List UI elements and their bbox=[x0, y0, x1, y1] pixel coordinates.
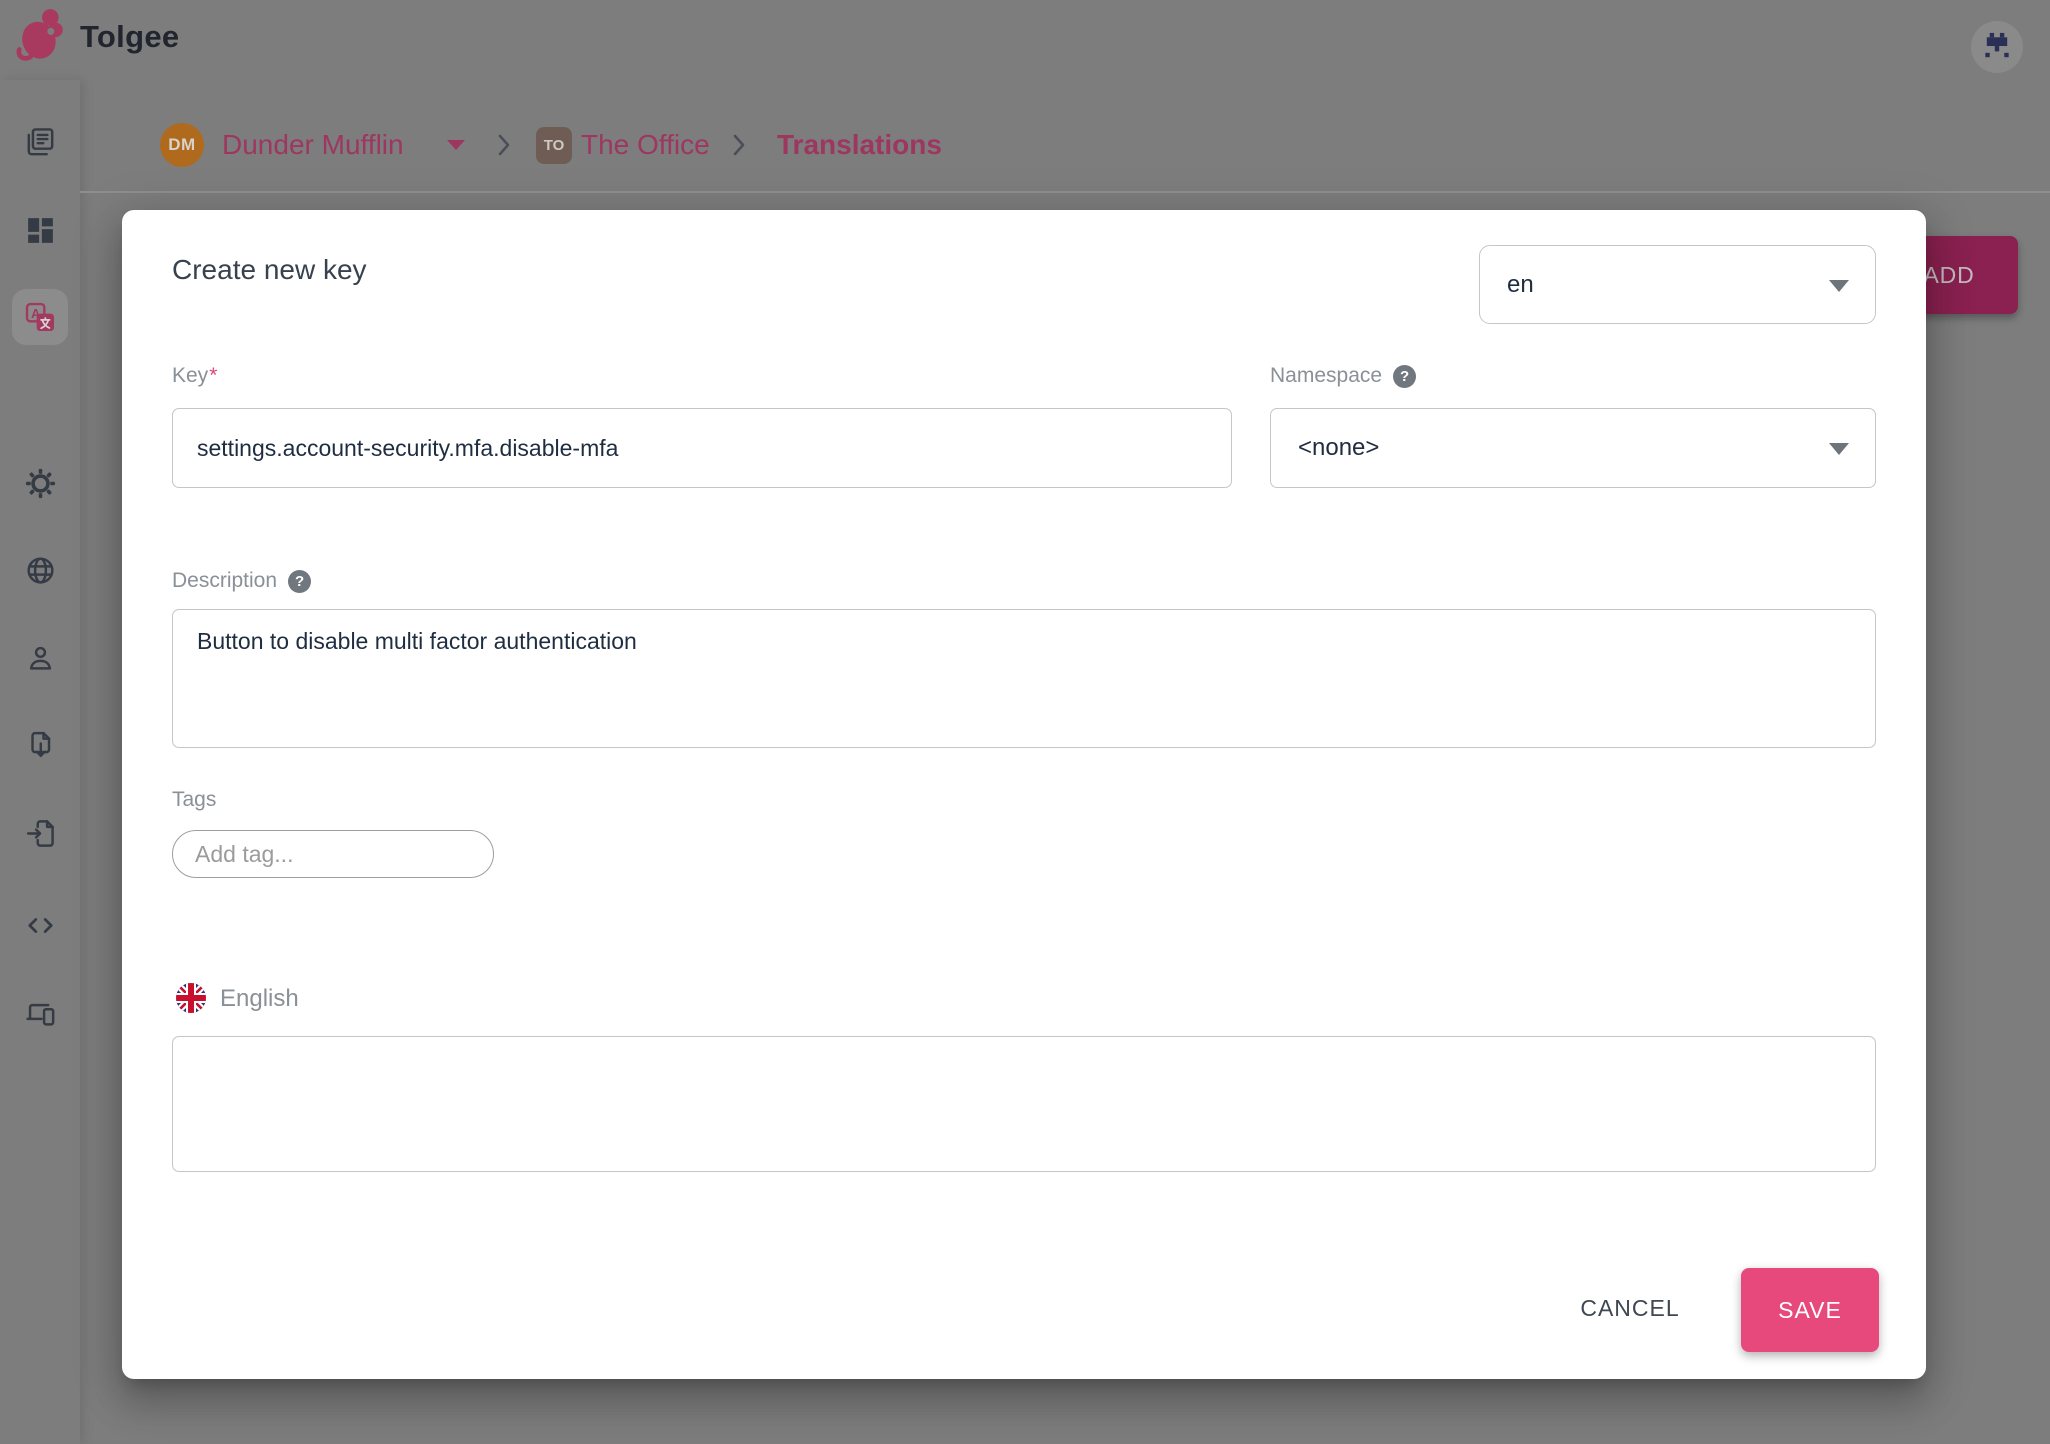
namespace-select[interactable]: <none> bbox=[1270, 408, 1876, 488]
required-mark: * bbox=[209, 364, 217, 387]
integrate-icon bbox=[24, 909, 57, 942]
sidebar-nav: A bbox=[0, 80, 80, 1444]
breadcrumb-scope[interactable]: The Office bbox=[581, 129, 710, 161]
dropdown-arrow-icon bbox=[1829, 443, 1849, 455]
sidebar-item-languages[interactable] bbox=[12, 542, 68, 598]
apps-icon bbox=[24, 996, 57, 1029]
english-flag-icon bbox=[176, 983, 206, 1013]
chevron-right-icon bbox=[731, 132, 747, 158]
members-icon bbox=[24, 642, 57, 675]
sidebar-item-integrate[interactable] bbox=[12, 897, 68, 953]
top-bar: Tolgee bbox=[0, 0, 2050, 80]
help-icon[interactable]: ? bbox=[288, 570, 311, 593]
language-select[interactable]: en bbox=[1479, 245, 1876, 324]
key-label: Key* bbox=[172, 364, 217, 388]
chevron-right-icon bbox=[496, 132, 512, 158]
breadcrumb-project[interactable]: Dunder Mufflin bbox=[222, 129, 404, 161]
export-icon bbox=[24, 729, 57, 762]
import-icon bbox=[24, 817, 57, 850]
dropdown-arrow-icon bbox=[1829, 280, 1849, 292]
translation-language-label: English bbox=[220, 985, 299, 1013]
sidebar-item-apps[interactable] bbox=[12, 984, 68, 1040]
dashboard-icon bbox=[24, 214, 57, 247]
add-tag-input[interactable] bbox=[172, 830, 494, 878]
description-label: Description ? bbox=[172, 569, 311, 593]
tags-label: Tags bbox=[172, 788, 216, 812]
create-key-dialog: Create new key en Key* Namespace ? <none… bbox=[122, 210, 1926, 1379]
sidebar-item-members[interactable] bbox=[12, 630, 68, 686]
breadcrumb-current-page: Translations bbox=[777, 129, 942, 161]
languages-icon bbox=[24, 554, 57, 587]
sidebar-item-dashboard[interactable] bbox=[12, 202, 68, 258]
project-avatar[interactable]: DM bbox=[160, 123, 204, 167]
sidebar-item-import[interactable] bbox=[12, 805, 68, 861]
chevron-down-icon[interactable] bbox=[447, 140, 465, 150]
sidebar-item-settings[interactable] bbox=[12, 455, 68, 511]
pixel-identicon-icon bbox=[1980, 30, 2014, 64]
translations-icon: A bbox=[24, 301, 57, 334]
description-textarea[interactable]: Button to disable multi factor authentic… bbox=[172, 609, 1876, 748]
brand-name: Tolgee bbox=[80, 19, 179, 55]
header-divider bbox=[80, 191, 2050, 193]
dialog-title: Create new key bbox=[172, 254, 367, 286]
save-button[interactable]: SAVE bbox=[1741, 1268, 1879, 1352]
language-select-value: en bbox=[1507, 271, 1534, 299]
english-translation-textarea[interactable] bbox=[172, 1036, 1876, 1172]
help-icon[interactable]: ? bbox=[1393, 365, 1416, 388]
scope-badge[interactable]: TO bbox=[536, 127, 572, 164]
key-input[interactable] bbox=[172, 408, 1232, 488]
projects-icon bbox=[24, 126, 57, 159]
sidebar-item-export[interactable] bbox=[12, 717, 68, 773]
user-avatar[interactable] bbox=[1971, 21, 2023, 73]
sidebar-item-projects[interactable] bbox=[12, 114, 68, 170]
namespace-select-value: <none> bbox=[1298, 434, 1379, 462]
cancel-button[interactable]: CANCEL bbox=[1530, 1276, 1730, 1340]
settings-icon bbox=[24, 467, 57, 500]
sidebar-item-translations[interactable]: A bbox=[12, 289, 68, 345]
namespace-label: Namespace ? bbox=[1270, 364, 1416, 388]
tolgee-logo-icon bbox=[16, 6, 66, 64]
